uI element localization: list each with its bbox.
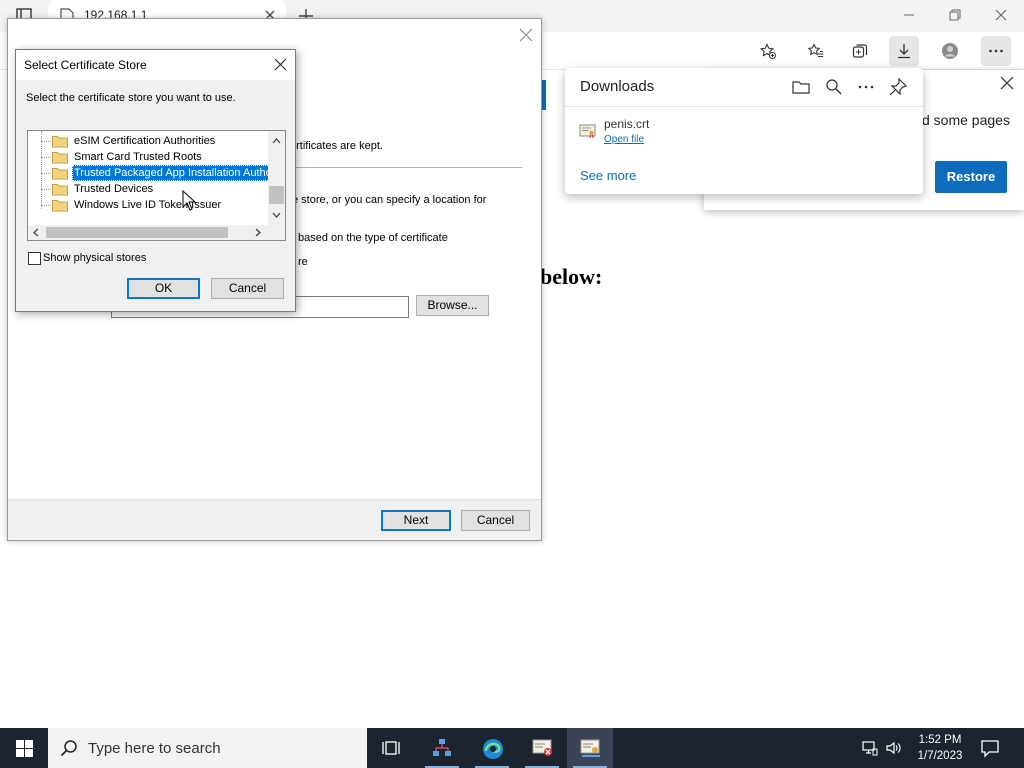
dialog-instruction: Select the certificate store you want to… bbox=[26, 92, 236, 104]
tree-connector bbox=[41, 131, 42, 209]
downloads-icon[interactable] bbox=[889, 36, 919, 66]
select-certificate-store-dialog: Select Certificate Store Select the cert… bbox=[15, 49, 296, 312]
tree-connector bbox=[41, 173, 51, 174]
task-view-icon[interactable] bbox=[369, 728, 415, 768]
restore-button[interactable]: Restore bbox=[935, 161, 1007, 193]
folder-icon bbox=[52, 183, 68, 196]
tree-item-label: eSIM Certification Authorities bbox=[74, 135, 216, 147]
system-clock[interactable]: 1:52 PM 1/7/2023 bbox=[910, 732, 970, 764]
scrollbar-thumb[interactable] bbox=[46, 227, 228, 238]
show-physical-stores-checkbox[interactable] bbox=[28, 252, 41, 265]
certificate-store-tree[interactable]: eSIM Certification Authorities Smart Car… bbox=[27, 130, 286, 241]
divider bbox=[565, 106, 923, 107]
collections-icon[interactable] bbox=[845, 36, 875, 66]
network-app-icon[interactable] bbox=[419, 728, 465, 768]
folder-icon bbox=[52, 135, 68, 148]
certificate-file-icon bbox=[579, 122, 597, 140]
folder-icon bbox=[52, 199, 68, 212]
taskbar: Type here to search 1:52 PM 1/7/2023 bbox=[0, 728, 1024, 768]
downloads-title: Downloads bbox=[580, 78, 655, 95]
clock-time: 1:52 PM bbox=[918, 734, 962, 746]
certificate-wizard-icon[interactable] bbox=[567, 728, 613, 768]
tree-connector bbox=[41, 157, 51, 158]
folder-icon bbox=[52, 151, 68, 164]
page-heading: below: bbox=[540, 264, 603, 289]
tree-item-label: Windows Live ID Token Issuer bbox=[74, 199, 222, 211]
scrollbar-corner bbox=[268, 225, 285, 240]
certificate-manager-icon[interactable] bbox=[519, 728, 565, 768]
volume-icon[interactable] bbox=[886, 740, 902, 756]
wizard-text-auto: based on the type of certificate bbox=[298, 232, 448, 244]
tree-connector bbox=[41, 189, 51, 190]
minimize-button[interactable] bbox=[886, 0, 932, 30]
clock-date: 1/7/2023 bbox=[917, 750, 963, 762]
pin-icon[interactable] bbox=[888, 77, 908, 97]
scrollbar-thumb[interactable] bbox=[269, 186, 284, 204]
search-placeholder: Type here to search bbox=[88, 740, 221, 757]
close-icon[interactable] bbox=[1000, 76, 1014, 90]
favorites-icon[interactable] bbox=[801, 36, 831, 66]
open-folder-icon[interactable] bbox=[791, 77, 811, 97]
more-menu-icon[interactable] bbox=[981, 36, 1011, 66]
download-filename[interactable]: penis.crt bbox=[604, 117, 649, 131]
folder-icon bbox=[52, 167, 68, 180]
close-icon[interactable] bbox=[274, 58, 287, 71]
see-more-link[interactable]: See more bbox=[580, 168, 636, 183]
dialog-title: Select Certificate Store bbox=[24, 58, 147, 72]
tree-connector bbox=[41, 141, 51, 142]
ok-button[interactable]: OK bbox=[127, 278, 200, 299]
next-button[interactable]: Next bbox=[381, 510, 451, 531]
tree-item-label: Smart Card Trusted Roots bbox=[74, 151, 202, 163]
mouse-cursor-icon bbox=[182, 190, 196, 212]
wizard-text-store: e store, or you can specify a location f… bbox=[292, 194, 487, 206]
dialog-titlebar: Select Certificate Store bbox=[16, 50, 295, 80]
vertical-scrollbar[interactable] bbox=[268, 131, 285, 225]
close-window-button[interactable] bbox=[978, 0, 1024, 30]
profile-avatar-icon[interactable] bbox=[935, 36, 965, 66]
add-favorite-icon[interactable] bbox=[753, 36, 783, 66]
tree-item-label: Trusted Devices bbox=[74, 183, 154, 195]
wizard-footer: Next Cancel bbox=[8, 499, 541, 540]
edge-browser-icon[interactable] bbox=[469, 728, 515, 768]
start-button[interactable] bbox=[0, 728, 48, 768]
open-file-link[interactable]: Open file bbox=[604, 134, 644, 145]
downloads-panel: Downloads penis.crt Open file See more bbox=[565, 68, 923, 194]
tree-item-label: Trusted Packaged App Installation Author… bbox=[72, 165, 270, 181]
wizard-text-re: re bbox=[298, 256, 308, 268]
restore-message: d some pages bbox=[922, 112, 1010, 128]
search-icon[interactable] bbox=[824, 77, 844, 97]
wizard-text-kept: ertificates are kept. bbox=[290, 140, 383, 152]
notification-icon[interactable] bbox=[980, 738, 1002, 758]
close-icon[interactable] bbox=[519, 28, 533, 42]
restore-window-button[interactable] bbox=[932, 0, 978, 30]
browse-button[interactable]: Browse... bbox=[416, 295, 489, 316]
more-options-icon[interactable] bbox=[856, 77, 876, 97]
network-icon[interactable] bbox=[862, 740, 878, 756]
tree-connector bbox=[41, 205, 51, 206]
cancel-button[interactable]: Cancel bbox=[461, 510, 530, 531]
taskbar-search[interactable]: Type here to search bbox=[48, 728, 367, 768]
cancel-button[interactable]: Cancel bbox=[211, 278, 284, 299]
show-physical-stores-label[interactable]: Show physical stores bbox=[43, 252, 146, 264]
